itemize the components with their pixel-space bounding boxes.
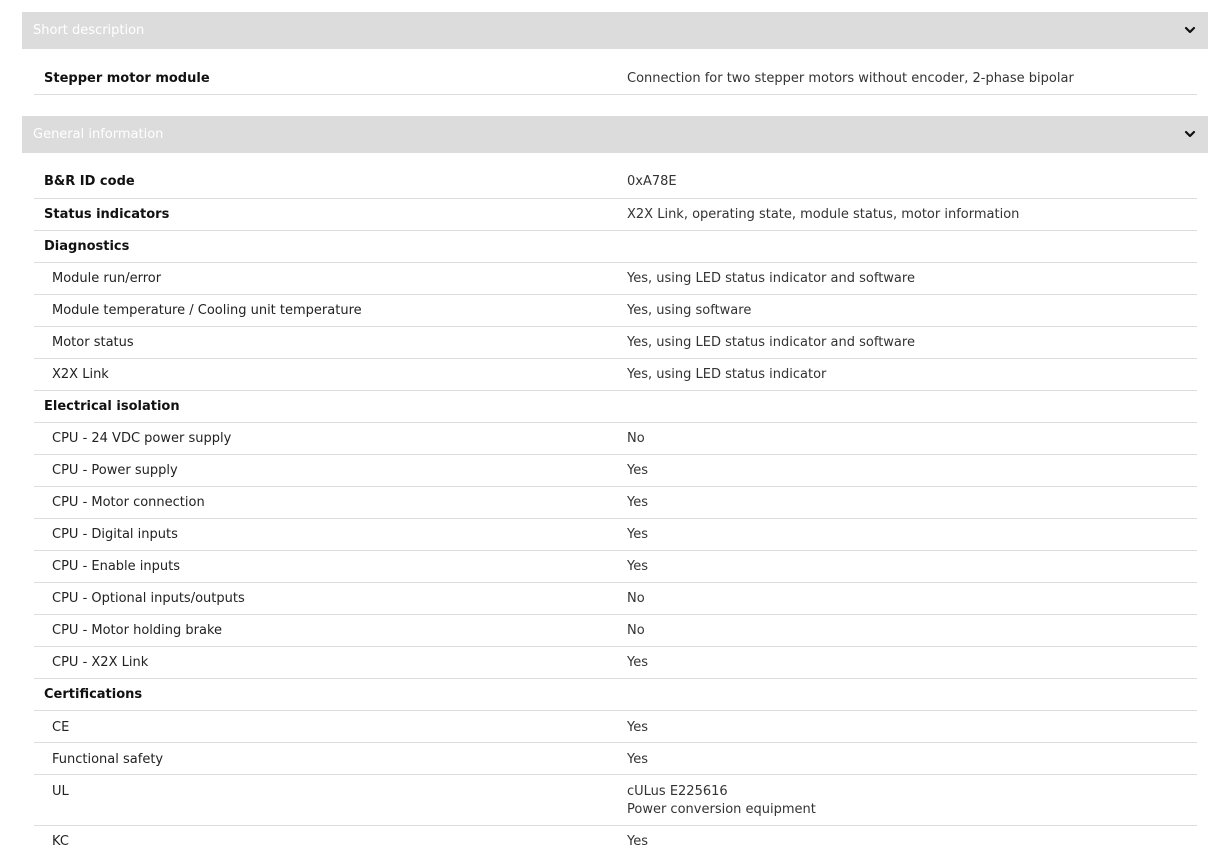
table-row: UL cULus E225616 Power conversion equipm…	[34, 775, 1197, 826]
table-row: CPU - Motor connection Yes	[34, 487, 1197, 519]
section-header-general-information[interactable]: General information	[22, 116, 1208, 153]
section-header-short-description[interactable]: Short description	[22, 12, 1208, 49]
table-row: CPU - Power supply Yes	[34, 455, 1197, 487]
table-row: Module temperature / Cooling unit temper…	[34, 295, 1197, 327]
row-label: CE	[52, 720, 70, 735]
chevron-down-icon[interactable]	[1183, 127, 1197, 141]
table-row: Motor status Yes, using LED status indic…	[34, 327, 1197, 359]
section-title: General information	[33, 127, 164, 142]
table-row: X2X Link Yes, using LED status indicator	[34, 359, 1197, 391]
row-value: Yes	[627, 720, 648, 735]
table-row: Status indicators X2X Link, operating st…	[34, 199, 1197, 231]
short-description-table: Stepper motor module Connection for two …	[34, 62, 1197, 95]
row-value: cULus E225616	[627, 784, 728, 799]
table-row: CPU - Motor holding brake No	[34, 615, 1197, 647]
row-label: Stepper motor module	[44, 71, 210, 86]
group-label: Diagnostics	[44, 239, 130, 254]
row-value: Connection for two stepper motors withou…	[627, 71, 1074, 86]
row-value: No	[627, 591, 645, 606]
table-row: CPU - Digital inputs Yes	[34, 519, 1197, 551]
row-value: Yes, using LED status indicator and soft…	[627, 335, 915, 350]
row-value: 0xA78E	[627, 174, 677, 189]
row-label: B&R ID code	[44, 174, 135, 189]
row-label: UL	[52, 784, 69, 799]
row-value: Yes, using software	[627, 303, 752, 318]
row-value-line-2: Power conversion equipment	[627, 802, 816, 817]
row-value: Yes	[627, 463, 648, 478]
row-value: Yes	[627, 495, 648, 510]
row-label: Motor status	[52, 335, 134, 350]
row-value: X2X Link, operating state, module status…	[627, 207, 1020, 222]
table-group-row: Certifications	[34, 679, 1197, 711]
section-title: Short description	[33, 23, 145, 38]
row-label: KC	[52, 834, 69, 849]
row-label: CPU - Optional inputs/outputs	[52, 591, 245, 606]
row-value: Yes	[627, 752, 648, 767]
row-label: CPU - Digital inputs	[52, 527, 178, 542]
row-label: Status indicators	[44, 207, 170, 222]
table-row: Functional safety Yes	[34, 743, 1197, 775]
row-label: CPU - Motor holding brake	[52, 623, 223, 638]
row-value: Yes	[627, 655, 648, 670]
row-value: No	[627, 623, 645, 638]
general-information-table: B&R ID code 0xA78E Status indicators X2X…	[34, 166, 1197, 855]
chevron-down-icon[interactable]	[1183, 23, 1197, 37]
row-label: Module run/error	[52, 271, 162, 286]
row-label: CPU - Enable inputs	[52, 559, 181, 574]
table-group-row: Electrical isolation	[34, 391, 1197, 423]
row-label: CPU - X2X Link	[52, 655, 149, 670]
table-row: CE Yes	[34, 711, 1197, 743]
table-row: Module run/error Yes, using LED status i…	[34, 263, 1197, 295]
table-row: KC Yes	[34, 826, 1197, 855]
row-value: No	[627, 431, 645, 446]
table-row: CPU - 24 VDC power supply No	[34, 423, 1197, 455]
row-value: Yes	[627, 527, 648, 542]
table-row: CPU - X2X Link Yes	[34, 647, 1197, 679]
table-group-row: Diagnostics	[34, 231, 1197, 263]
row-value: Yes	[627, 834, 648, 849]
group-label: Certifications	[44, 687, 143, 702]
table-row: Stepper motor module Connection for two …	[34, 62, 1197, 95]
row-value: Yes	[627, 559, 648, 574]
table-row: CPU - Enable inputs Yes	[34, 551, 1197, 583]
row-label: Module temperature / Cooling unit temper…	[52, 303, 362, 318]
row-label: CPU - Motor connection	[52, 495, 205, 510]
table-row: B&R ID code 0xA78E	[34, 166, 1197, 199]
group-label: Electrical isolation	[44, 399, 180, 414]
spec-page: Short description Stepper motor module C…	[0, 0, 1217, 855]
row-value: Yes, using LED status indicator and soft…	[627, 271, 915, 286]
row-label: X2X Link	[52, 367, 109, 382]
row-value: Yes, using LED status indicator	[627, 367, 827, 382]
table-row: CPU - Optional inputs/outputs No	[34, 583, 1197, 615]
row-label: Functional safety	[52, 752, 164, 767]
row-label: CPU - Power supply	[52, 463, 178, 478]
row-label: CPU - 24 VDC power supply	[52, 431, 232, 446]
